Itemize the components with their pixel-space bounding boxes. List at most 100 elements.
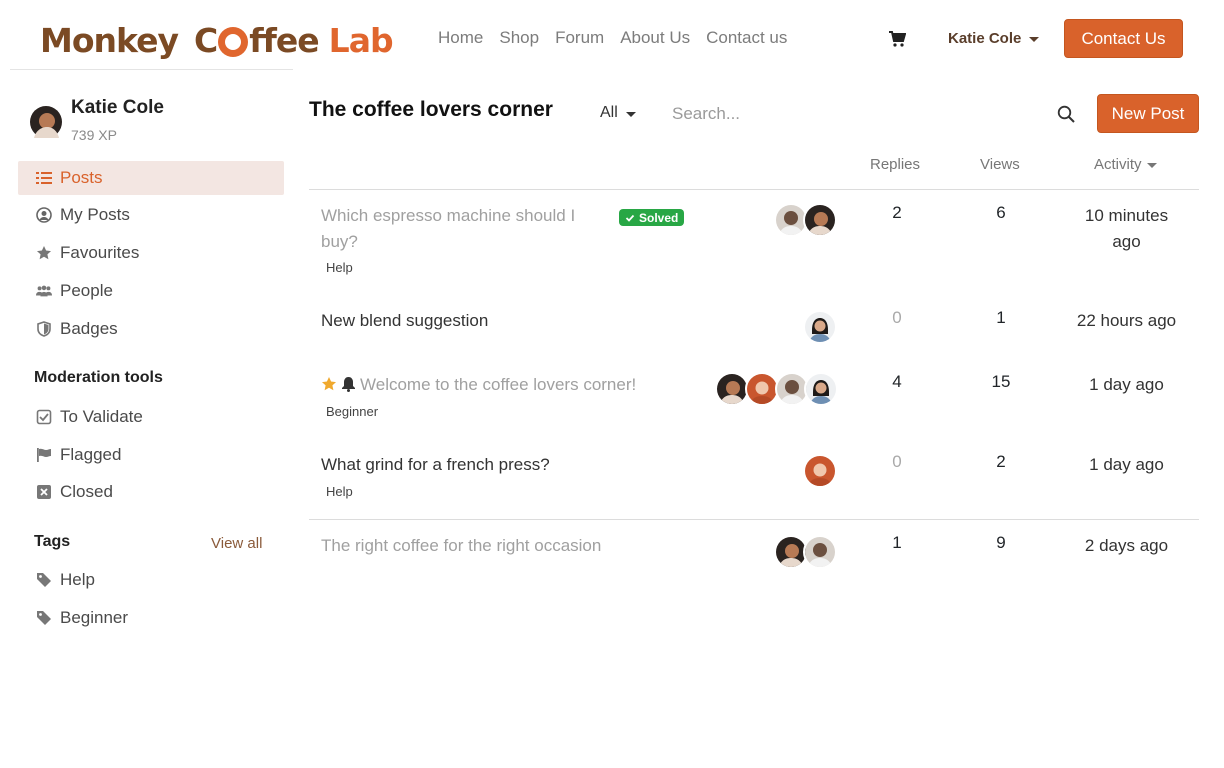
activity-time: 22 hours ago (1076, 311, 1177, 330)
avatar[interactable] (803, 203, 837, 237)
column-header-activity[interactable]: Activity (1094, 156, 1157, 173)
sidebar-item-label: To Validate (60, 407, 143, 426)
view-count: 6 (996, 203, 1006, 222)
sidebar-item-people[interactable]: People (18, 274, 284, 308)
sidebar-item-favourites[interactable]: Favourites (18, 236, 284, 270)
view-count: 1 (996, 308, 1006, 327)
search-icon[interactable] (1057, 105, 1075, 123)
star-icon (36, 245, 52, 261)
search-input[interactable] (668, 98, 1058, 130)
page-title: The coffee lovers corner (309, 98, 553, 121)
bell-icon (342, 377, 355, 392)
user-name: Katie Cole (948, 30, 1022, 47)
post-title[interactable]: Welcome to the coffee lovers corner! (321, 372, 636, 398)
post-tag[interactable]: Help (326, 484, 353, 499)
view-all-tags-link[interactable]: View all (211, 535, 262, 552)
logo-word-monkey: Monkey (40, 20, 179, 60)
post-title[interactable]: The right coffee for the right occasion (321, 533, 601, 559)
sidebar-tag-beginner[interactable]: Beginner (18, 601, 284, 635)
reply-count: 0 (892, 452, 902, 471)
avatar[interactable] (803, 310, 837, 344)
post-title-line: Which espresso machine should I (321, 206, 576, 225)
table-row[interactable]: What grind for a french press? Help 0 2 … (309, 452, 1199, 504)
table-row[interactable]: The right coffee for the right occasion … (309, 533, 1199, 575)
nav-shop[interactable]: Shop (499, 28, 539, 48)
logo-word-lab: Lab (328, 20, 394, 60)
sidebar-item-flagged[interactable]: Flagged (18, 438, 284, 472)
table-row[interactable]: Welcome to the coffee lovers corner! Beg… (309, 372, 1199, 424)
post-tag[interactable]: Help (326, 260, 353, 275)
contact-us-button[interactable]: Contact Us (1064, 19, 1183, 58)
x-square-icon (36, 484, 52, 500)
new-post-button[interactable]: New Post (1097, 94, 1199, 133)
profile-xp: 739 XP (71, 127, 117, 143)
column-header-activity-label: Activity (1094, 156, 1142, 173)
post-title[interactable]: What grind for a french press? (321, 452, 550, 478)
moderation-heading: Moderation tools (34, 369, 163, 386)
avatar[interactable] (745, 372, 779, 406)
top-navbar: Monkey C ffee Lab Home Shop Forum About … (0, 0, 1224, 78)
tag-icon (36, 610, 52, 626)
nav-contact-us[interactable]: Contact us (706, 28, 787, 48)
avatar[interactable] (804, 372, 838, 406)
post-title[interactable]: Which espresso machine should I buy? (321, 203, 575, 255)
profile-card: Katie Cole 739 XP (30, 97, 280, 147)
reply-count: 1 (892, 533, 902, 552)
check-icon (625, 214, 635, 222)
nav-forum[interactable]: Forum (555, 28, 604, 48)
avatar[interactable] (715, 372, 749, 406)
sidebar-item-to-validate[interactable]: To Validate (18, 400, 284, 434)
sidebar-item-label: Beginner (60, 608, 129, 627)
table-row[interactable]: Which espresso machine should I buy? Sol… (309, 203, 1199, 283)
sidebar-item-label: Badges (60, 319, 118, 338)
solved-label: Solved (639, 210, 679, 225)
post-title-text: Welcome to the coffee lovers corner! (360, 375, 637, 394)
avatar[interactable] (30, 106, 62, 138)
sidebar-item-my-posts[interactable]: My Posts (18, 198, 284, 232)
activity-time: 1 day ago (1089, 455, 1164, 474)
post-tag[interactable]: Beginner (326, 404, 378, 419)
column-header-replies: Replies (870, 156, 921, 173)
post-title[interactable]: New blend suggestion (321, 308, 488, 334)
sidebar-item-label: Flagged (60, 445, 122, 464)
flag-icon (36, 447, 52, 463)
activity-time: 10 minutes ago (1059, 203, 1194, 255)
sidebar-item-posts[interactable]: Posts (18, 161, 284, 195)
column-header-views: Views (980, 156, 1020, 173)
nav-home[interactable]: Home (438, 28, 483, 48)
sidebar-item-label: Closed (60, 482, 113, 501)
sidebar-item-label: People (60, 281, 113, 300)
sidebar-item-label: Favourites (60, 243, 140, 262)
star-icon (322, 377, 336, 391)
profile-name: Katie Cole (71, 97, 164, 118)
avatar[interactable] (803, 535, 837, 569)
sidebar-item-label: Help (60, 570, 95, 589)
table-row[interactable]: New blend suggestion 0 1 22 hours ago (309, 308, 1199, 350)
cart-icon[interactable] (888, 30, 907, 48)
nav-about-us[interactable]: About Us (620, 28, 690, 48)
check-square-icon (36, 409, 52, 425)
shield-icon (36, 321, 52, 337)
users-icon (36, 283, 52, 299)
sidebar-tag-help[interactable]: Help (18, 563, 284, 597)
main-nav: Home Shop Forum About Us Contact us (438, 28, 803, 48)
user-dropdown[interactable]: Katie Cole (948, 30, 1040, 47)
tags-heading: Tags (34, 533, 71, 550)
sidebar-item-closed[interactable]: Closed (18, 475, 284, 509)
activity-time: 2 days ago (1084, 536, 1169, 555)
brand-logo[interactable]: Monkey C ffee Lab (40, 18, 394, 62)
user-circle-icon (36, 207, 52, 223)
filter-dropdown[interactable]: All (600, 104, 636, 122)
sidebar-item-badges[interactable]: Badges (18, 312, 284, 346)
chevron-down-icon (1029, 37, 1040, 42)
logo-letter-c: C (193, 20, 218, 60)
tag-icon (36, 572, 52, 588)
filter-label: All (600, 104, 618, 121)
coffee-cup-icon (218, 27, 249, 57)
chevron-down-icon (625, 111, 636, 117)
activity-line: ago (1112, 232, 1141, 251)
post-title-line: buy? (321, 232, 358, 251)
reply-count: 0 (892, 308, 902, 327)
reply-count: 2 (892, 203, 902, 222)
avatar[interactable] (803, 454, 837, 488)
